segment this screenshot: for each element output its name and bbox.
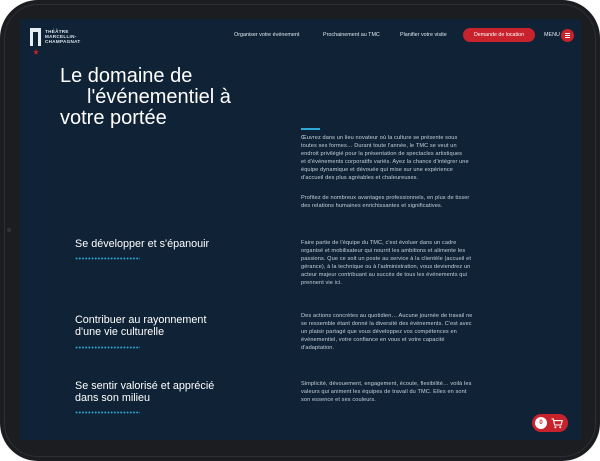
- dotted-divider: [75, 411, 140, 414]
- section-title-valorise: Se sentir valorisé et apprécié dans son …: [75, 380, 214, 404]
- text-line: acteur majeur contribuant au succès de t…: [301, 272, 468, 278]
- text-line: d'accueil des plus agréables et chaleure…: [301, 175, 419, 181]
- dotted-divider: [75, 257, 140, 260]
- demande-location-button[interactable]: Demande de location: [463, 28, 535, 42]
- section-title-line: d'une vie culturelle: [75, 326, 165, 338]
- text-line: son essence et ses couleurs.: [301, 397, 376, 403]
- section-title-line: Se sentir valorisé et apprécié: [75, 380, 215, 392]
- text-line: gérance), à la technique ou à l'administ…: [301, 264, 471, 270]
- section-title-developper: Se développer et s'épanouir: [75, 238, 209, 250]
- text-line: événementiel, votre confiance en vous et…: [301, 337, 445, 343]
- text-line: valeurs qui animent les équipes de trava…: [301, 389, 467, 395]
- menu-label[interactable]: MENU: [544, 32, 560, 38]
- text-line: Profitez de nombreux avantages professio…: [301, 195, 470, 201]
- text-line: Simplicité, dévouement, engagement, écou…: [301, 381, 472, 387]
- accent-divider: [301, 128, 320, 130]
- title-line: Le domaine de: [60, 65, 193, 87]
- cart-button[interactable]: 0: [532, 414, 568, 432]
- section-text-developper: Faire partie de l'équipe du TMC, c'est é…: [301, 239, 531, 287]
- section-title-rayonnement: Contribuer au rayonnement d'une vie cult…: [75, 314, 206, 338]
- section-text-valorise: Simplicité, dévouement, engagement, écou…: [301, 380, 531, 404]
- title-line: l'événementiel à: [87, 86, 231, 108]
- section-title-line: dans son milieu: [75, 392, 151, 404]
- dotted-divider: [75, 346, 140, 349]
- text-line: organisé et mobilisateur qui nourrit les…: [301, 248, 466, 254]
- text-line: prennent vie ici.: [301, 280, 342, 286]
- logo-star-icon: [33, 49, 39, 55]
- section-title-line: Contribuer au rayonnement: [75, 314, 207, 326]
- nav-prochainement[interactable]: Prochainement au TMC: [323, 32, 380, 38]
- text-line: Des actions concrètes au quotidien… Aucu…: [301, 313, 473, 319]
- logo-mark-icon: [30, 28, 41, 46]
- text-line: passions. Que ce soit un poste au servic…: [301, 256, 472, 262]
- camera-icon: [7, 228, 11, 232]
- cart-count-badge: 0: [535, 417, 547, 429]
- text-line: endroit privilégié pour la présentation …: [301, 151, 463, 157]
- text-line: Œuvrez dans un lieu novateur où la cultu…: [301, 135, 458, 141]
- text-line: des relations humaines enrichissantes et…: [301, 203, 443, 209]
- section-text-rayonnement: Des actions concrètes au quotidien… Aucu…: [301, 312, 531, 352]
- section-title-line: Se développer et s'épanouir: [75, 238, 210, 250]
- text-line: et d'événements corporatifs variés. Ayez…: [301, 159, 469, 165]
- text-line: un plaisir partagé que vous développez v…: [301, 329, 457, 335]
- text-line: d'adaptation.: [301, 345, 335, 351]
- shopping-cart-icon: [551, 418, 563, 429]
- web-page: THÉÂTRE MARCELLIN- CHAMPAGNAT Organiser …: [20, 19, 581, 440]
- title-line: votre portée: [60, 107, 167, 129]
- text-line: Faire partie de l'équipe du TMC, c'est é…: [301, 240, 457, 246]
- text-line: se ressemble étant donné la diversité de…: [301, 321, 472, 327]
- tablet-frame: THÉÂTRE MARCELLIN- CHAMPAGNAT Organiser …: [0, 0, 600, 461]
- intro-paragraph-2: Profitez de nombreux avantages professio…: [301, 194, 531, 210]
- text-line: équipe dynamique et dévouée qui mise sur…: [301, 167, 453, 173]
- nav-planifier-visite[interactable]: Planifier votre visite: [400, 32, 447, 38]
- menu-hamburger-icon[interactable]: [561, 29, 574, 42]
- text-line: toutes ses formes… Durant toute l'année,…: [301, 143, 457, 149]
- nav-organiser-evenement[interactable]: Organiser votre événement: [234, 32, 299, 38]
- site-logo[interactable]: THÉÂTRE MARCELLIN- CHAMPAGNAT: [30, 28, 100, 62]
- intro-paragraph: Œuvrez dans un lieu novateur où la cultu…: [301, 134, 531, 182]
- logo-text: THÉÂTRE MARCELLIN- CHAMPAGNAT: [45, 29, 81, 45]
- page-title: Le domaine de l'événementiel à votre por…: [60, 66, 240, 129]
